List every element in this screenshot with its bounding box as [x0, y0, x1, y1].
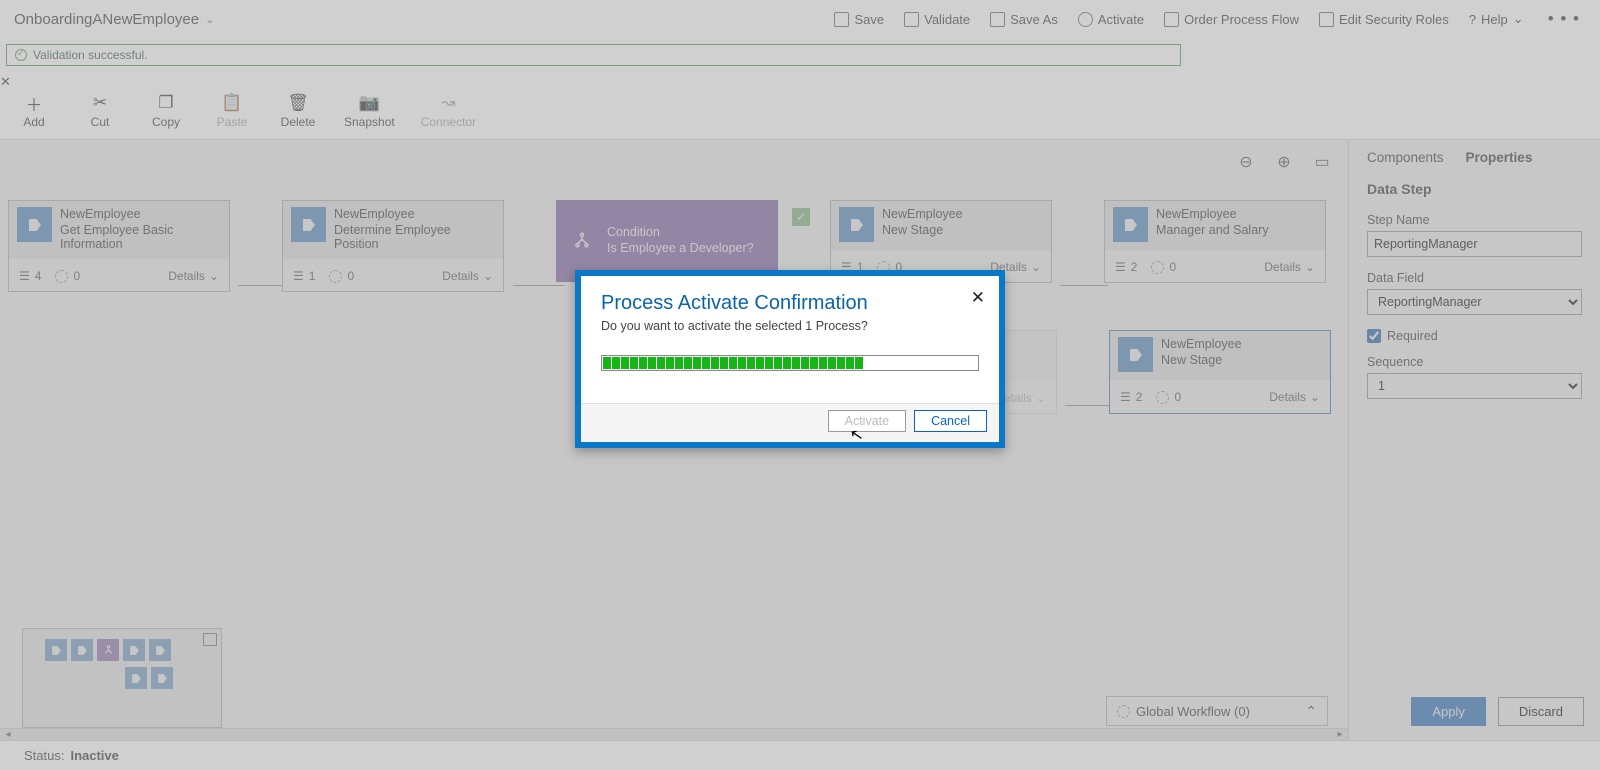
modal-title: Process Activate Confirmation [601, 292, 979, 315]
modal-cancel-button[interactable]: Cancel [914, 410, 987, 432]
close-icon[interactable]: ✕ [971, 288, 985, 308]
modal-message: Do you want to activate the selected 1 P… [601, 319, 979, 333]
activate-confirmation-dialog: ✕ Process Activate Confirmation Do you w… [575, 270, 1005, 448]
progress-bar [601, 355, 979, 371]
modal-activate-button: Activate [828, 410, 906, 432]
